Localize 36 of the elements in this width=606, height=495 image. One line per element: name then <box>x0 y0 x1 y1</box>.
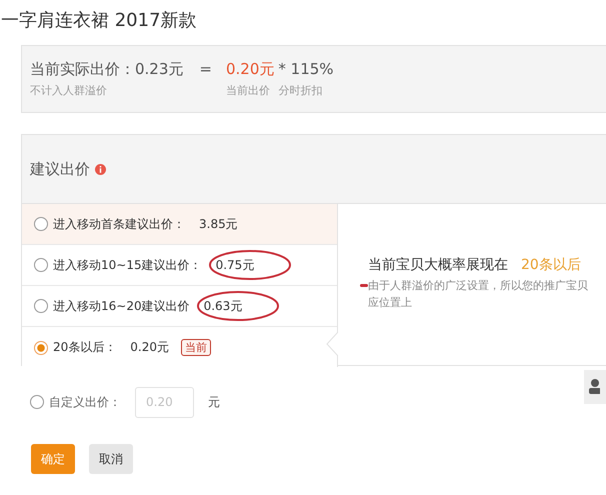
actual-bid-note: 不计入人群溢价 <box>30 83 108 98</box>
option-value: 0.75元 <box>216 256 254 274</box>
current-bid-value: 0.20元 <box>226 59 274 80</box>
actual-bid-text: 当前实际出价：0.23元 <box>30 59 184 80</box>
product-title: 一字肩连衣裙 2017新款 <box>1 9 198 33</box>
radio-button[interactable] <box>34 340 48 354</box>
multiplier-text: * 115% <box>278 59 334 80</box>
unit-label: 元 <box>208 394 220 410</box>
option-label: 进入移动10~15建议出价： <box>53 256 202 274</box>
multiplier-note: 分时折扣 <box>278 83 324 98</box>
current-bid-note: 当前出价 <box>226 83 271 98</box>
info-icon <box>95 164 106 174</box>
description-text: 由于人群溢价的广泛设置，所以您的推广宝贝 <box>368 278 589 294</box>
equals-sign: = <box>199 59 212 80</box>
option-value: 0.20元 <box>130 339 169 356</box>
annotation-mark <box>360 284 368 288</box>
radio-button[interactable] <box>30 395 44 409</box>
option-label: 进入移动16~20建议出价 <box>53 298 190 314</box>
option-label: 20条以后： <box>53 339 116 356</box>
side-tab[interactable] <box>584 370 606 404</box>
option-value: 0.63元 <box>204 298 242 314</box>
person-icon <box>588 379 600 395</box>
current-tag: 当前 <box>181 339 211 356</box>
description-text: 应位置上 <box>368 295 413 311</box>
radio-button[interactable] <box>34 217 48 231</box>
custom-bid-field[interactable]: 0.20 <box>135 386 194 418</box>
bid-option-row[interactable]: 进入移动首条建议出价： 3.85元 <box>22 204 337 245</box>
radio-button[interactable] <box>34 299 48 313</box>
radio-button[interactable] <box>34 258 48 272</box>
option-value: 3.85元 <box>199 216 238 232</box>
result-position: 20条以后 <box>521 256 581 274</box>
result-text: 当前宝贝大概率展现在 <box>368 256 508 274</box>
suggest-title: 建议出价 <box>30 160 90 178</box>
option-label: 进入移动首条建议出价： <box>53 216 185 232</box>
cancel-button[interactable]: 取消 <box>89 444 133 474</box>
custom-bid-label: 自定义出价： <box>49 394 121 410</box>
